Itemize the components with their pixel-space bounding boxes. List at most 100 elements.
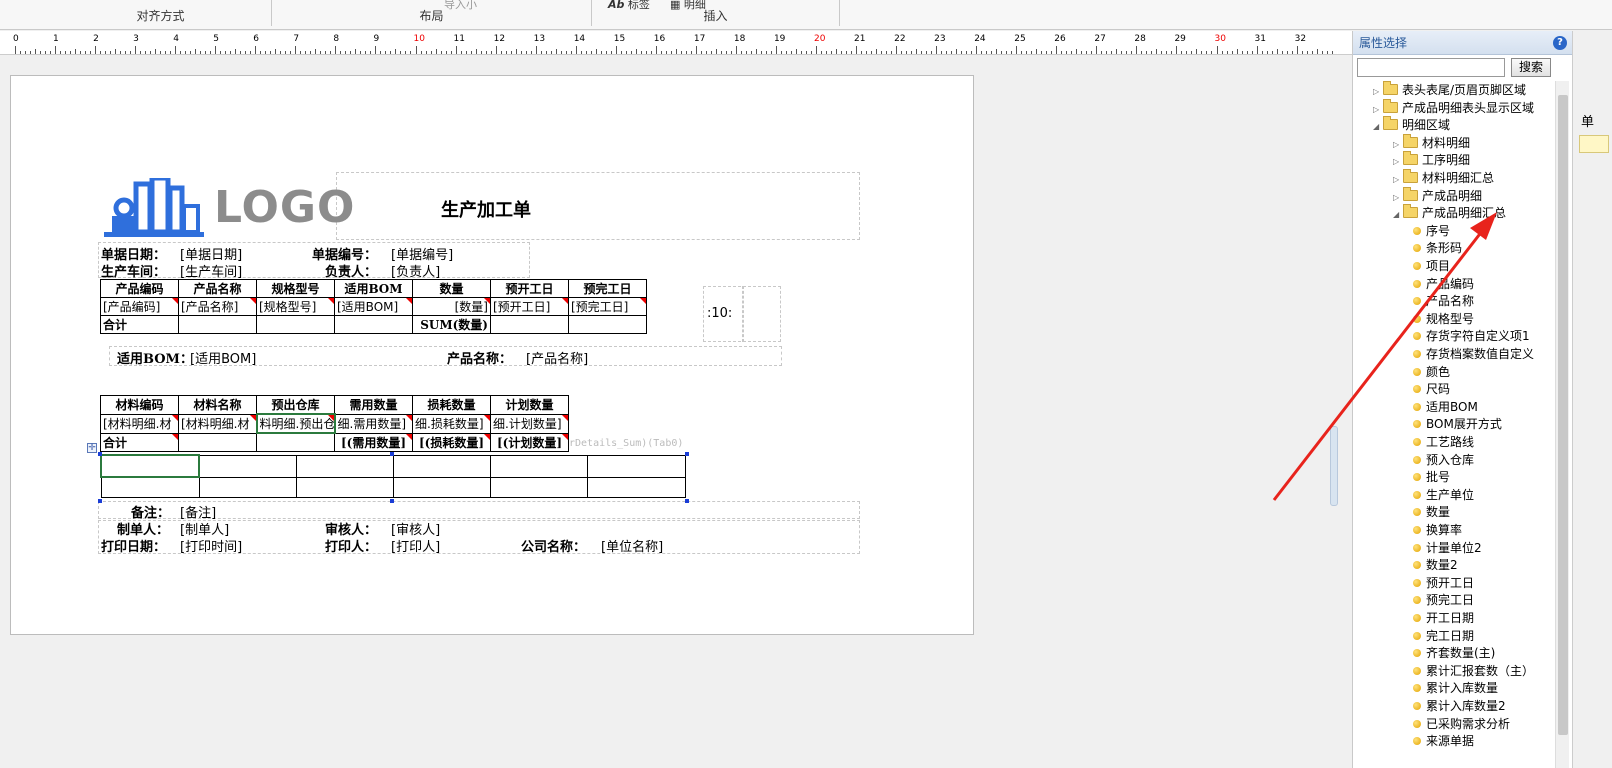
table-move-handle-icon[interactable]: ✛: [87, 443, 97, 453]
table-cell[interactable]: [392, 454, 491, 478]
tree-field-node[interactable]: 存货档案数值自定义: [1413, 345, 1534, 363]
table-cell[interactable]: [预开工日]: [490, 297, 569, 316]
tree-field-node[interactable]: 条形码: [1413, 239, 1462, 257]
tree-folder-node[interactable]: ▷ 材料明细: [1393, 133, 1470, 152]
table-header-cell[interactable]: 损耗数量: [412, 395, 491, 415]
product-table[interactable]: 产品编码 产品名称 规格型号 适用BOM 数量 预开工日 预完工日 [产品编码]…: [100, 279, 647, 334]
tree-field-node[interactable]: 累计入库数量: [1413, 679, 1498, 697]
table-cell[interactable]: [适用BOM]: [334, 297, 413, 316]
table-cell[interactable]: [568, 315, 647, 334]
tree-field-node[interactable]: 已采购需求分析: [1413, 715, 1510, 733]
tree-field-node[interactable]: 产品编码: [1413, 275, 1474, 293]
table-cell[interactable]: [586, 454, 687, 478]
side-box-text[interactable]: :10:: [707, 306, 732, 321]
workshop-label[interactable]: 生产车间：: [101, 261, 166, 280]
table-cell[interactable]: [预完工日]: [568, 297, 647, 316]
table-header-cell[interactable]: 产品编码: [100, 279, 179, 298]
tree-field-node[interactable]: 数量2: [1413, 556, 1458, 574]
tree-field-node[interactable]: 工艺路线: [1413, 433, 1474, 451]
resize-handle[interactable]: [390, 452, 394, 456]
report-page[interactable]: LOGO 生产加工单 单据日期： [单据日期] 单据编号： [单据编号] 生产车…: [10, 75, 974, 635]
table-cell[interactable]: [(损耗数量]: [412, 432, 491, 452]
design-canvas[interactable]: LOGO 生产加工单 单据日期： [单据日期] 单据编号： [单据编号] 生产车…: [0, 56, 1352, 768]
tree-field-node[interactable]: 换算率: [1413, 521, 1462, 539]
table-header-cell[interactable]: 材料编码: [100, 395, 179, 415]
resize-handle[interactable]: [98, 452, 102, 456]
owner-label[interactable]: 负责人：: [325, 261, 377, 280]
table-cell[interactable]: [586, 476, 687, 498]
tree-field-node[interactable]: 适用BOM: [1413, 398, 1478, 416]
table-header-cell[interactable]: 需用数量: [334, 395, 413, 415]
tree-folder-node[interactable]: ◢ 产成品明细汇总: [1393, 204, 1506, 222]
table-cell[interactable]: [材料明细.材: [100, 413, 179, 434]
property-search-input[interactable]: [1357, 58, 1505, 77]
table-cell[interactable]: [198, 476, 297, 498]
new-table[interactable]: [99, 454, 687, 498]
table-cell[interactable]: [489, 454, 588, 478]
resize-handle[interactable]: [685, 499, 689, 503]
tree-field-node[interactable]: 计量单位2: [1413, 539, 1482, 557]
tree-field-node[interactable]: BOM展开方式: [1413, 415, 1502, 433]
tree-field-node[interactable]: 序号: [1413, 222, 1450, 240]
table-cell[interactable]: 合计: [100, 432, 179, 452]
material-table[interactable]: 材料编码 材料名称 预出仓库 需用数量 损耗数量 计划数量 [材料明细.材 [材…: [100, 395, 569, 452]
resize-handle[interactable]: [390, 499, 394, 503]
tree-folder-node[interactable]: ▷ 表头表尾/页眉页脚区域: [1373, 81, 1526, 99]
resize-handle[interactable]: [98, 499, 102, 503]
table-cell[interactable]: 细.需用数量]: [334, 413, 413, 434]
title-region[interactable]: [336, 172, 860, 240]
table-cell[interactable]: [198, 454, 297, 478]
table-cell[interactable]: [材料明细.材: [178, 413, 257, 434]
table-cell[interactable]: [(需用数量]: [334, 432, 413, 452]
table-cell[interactable]: [490, 315, 569, 334]
table-cell[interactable]: [178, 315, 257, 334]
table-cell[interactable]: [178, 432, 257, 452]
collapse-arrow-icon[interactable]: ◢: [1393, 206, 1403, 224]
printer-field[interactable]: [打印人]: [391, 536, 440, 555]
table-header-cell[interactable]: 材料名称: [178, 395, 257, 415]
property-tree-scrollbar[interactable]: [1555, 81, 1569, 768]
table-header-cell[interactable]: 计划数量: [490, 395, 569, 415]
bom-field[interactable]: [适用BOM]: [190, 348, 256, 367]
table-cell[interactable]: [489, 476, 588, 498]
table-cell[interactable]: [392, 476, 491, 498]
tree-field-node[interactable]: 批号: [1413, 468, 1450, 486]
tree-field-node[interactable]: 预开工日: [1413, 574, 1474, 592]
tree-field-node[interactable]: 尺码: [1413, 380, 1450, 398]
tree-field-node[interactable]: 产品名称: [1413, 292, 1474, 310]
printer-label[interactable]: 打印人：: [325, 536, 377, 555]
table-cell[interactable]: [295, 476, 394, 498]
tree-field-node[interactable]: 开工日期: [1413, 609, 1474, 627]
table-cell[interactable]: 细.计划数量]: [490, 413, 569, 434]
tree-field-node[interactable]: 项目: [1413, 257, 1450, 275]
workshop-field[interactable]: [生产车间]: [180, 261, 242, 280]
tree-field-node[interactable]: 预入仓库: [1413, 451, 1474, 469]
collapse-arrow-icon[interactable]: ◢: [1373, 118, 1383, 136]
product-name-label[interactable]: 产品名称：: [447, 348, 512, 367]
table-header-cell[interactable]: 数量: [412, 279, 491, 298]
table-cell[interactable]: [295, 454, 394, 478]
table-cell[interactable]: [数量]: [412, 297, 491, 316]
tree-field-node[interactable]: 齐套数量(主): [1413, 644, 1495, 662]
print-date-label[interactable]: 打印日期：: [101, 536, 166, 555]
table-cell-selected[interactable]: [99, 454, 201, 478]
table-cell[interactable]: 细.损耗数量]: [412, 413, 491, 434]
tree-field-node[interactable]: 数量: [1413, 503, 1450, 521]
panel-splitter-handle[interactable]: [1330, 426, 1338, 506]
table-header-cell[interactable]: 适用BOM: [334, 279, 413, 298]
table-cell[interactable]: [产品编码]: [100, 297, 179, 316]
table-cell-selected[interactable]: 料明细.预出仓: [255, 413, 336, 434]
table-cell[interactable]: [(计划数量]: [490, 432, 569, 452]
tree-field-node[interactable]: 累计汇报套数（主）: [1413, 662, 1534, 680]
tree-field-node[interactable]: 累计入库数量2: [1413, 697, 1506, 715]
tree-field-node[interactable]: 完工日期: [1413, 627, 1474, 645]
print-date-field[interactable]: [打印时间]: [180, 536, 242, 555]
table-cell[interactable]: [334, 315, 413, 334]
tree-folder-node[interactable]: ◢ 明细区域: [1373, 116, 1450, 134]
resize-handle[interactable]: [685, 452, 689, 456]
table-cell[interactable]: [256, 432, 335, 452]
product-name-field[interactable]: [产品名称]: [526, 348, 588, 367]
table-header-cell[interactable]: 预开工日: [490, 279, 569, 298]
table-cell[interactable]: [规格型号]: [256, 297, 335, 316]
tree-folder-node[interactable]: ▷ 产成品明细表头显示区域: [1373, 98, 1534, 117]
